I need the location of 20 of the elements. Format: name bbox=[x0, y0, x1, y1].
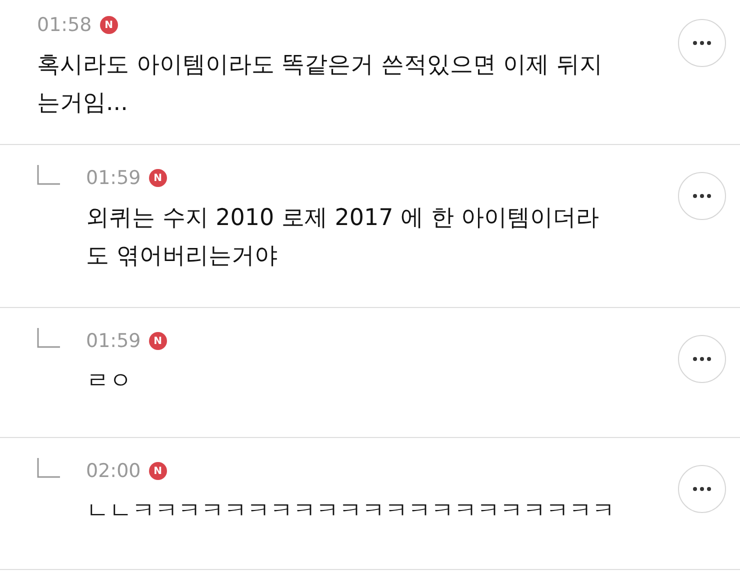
comment-text: 외퀴는 수지 2010 로제 2017 에 한 아이템이더라 도 엮어버리는거야 bbox=[86, 204, 600, 271]
more-options-button[interactable] bbox=[678, 335, 726, 383]
comment-time: 02:00 bbox=[86, 460, 141, 482]
new-badge: N bbox=[100, 16, 118, 34]
more-icon bbox=[693, 487, 711, 491]
comment-text: ㄴㄴㅋㅋㅋㅋㅋㅋㅋㅋㅋㅋㅋㅋㅋㅋㅋㅋㅋㅋㅋㅋㅋ bbox=[86, 497, 616, 526]
more-options-button[interactable] bbox=[678, 465, 726, 513]
comment-text: 혹시라도 아이템이라도 똑같은거 쓴적있으면 이제 뒤지 는거임... bbox=[37, 51, 604, 118]
new-badge: N bbox=[148, 169, 167, 187]
more-icon bbox=[693, 194, 711, 198]
more-options-button[interactable] bbox=[678, 19, 726, 67]
comment-time: 01:58 bbox=[37, 14, 92, 36]
new-badge: N bbox=[148, 332, 167, 350]
more-options-button[interactable] bbox=[678, 172, 726, 220]
more-icon bbox=[693, 41, 711, 45]
comment-text: ㄹㅇ bbox=[86, 367, 133, 396]
more-icon bbox=[693, 357, 711, 361]
comment-time: 01:59 bbox=[86, 167, 141, 189]
new-badge: N bbox=[148, 462, 167, 480]
comment-time: 01:59 bbox=[86, 330, 141, 352]
